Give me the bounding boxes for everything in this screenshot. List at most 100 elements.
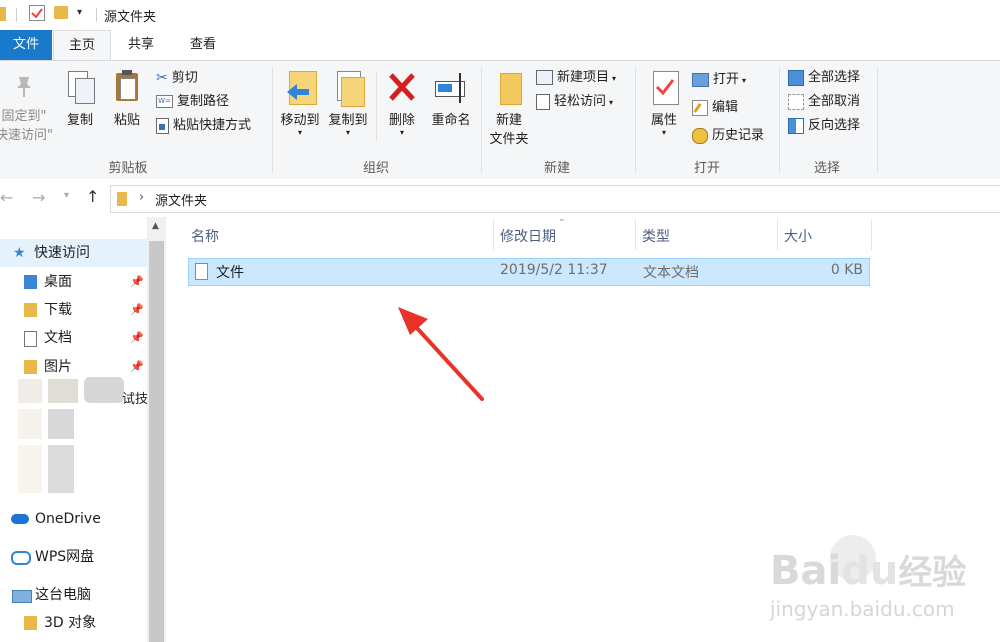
file-name: 文件 bbox=[216, 265, 244, 281]
nav-partial-label: 试技 bbox=[122, 392, 149, 407]
dropdown-arrow-icon: ▾ bbox=[609, 98, 614, 107]
copy-to-icon bbox=[331, 69, 365, 107]
pin-icon: 📌 bbox=[130, 275, 144, 288]
new-item-button[interactable]: 新建项目 ▾ bbox=[536, 67, 616, 89]
copy-to-button[interactable]: 复制到 ▾ bbox=[325, 69, 371, 137]
watermark-du: du bbox=[841, 548, 899, 594]
forward-arrow-icon[interactable]: → bbox=[32, 188, 45, 207]
ribbon: 固定到" 快速访问" 复制 粘贴 ✂ 剪切 W= 复制路径 粘贴快捷方式 剪贴板 移… bbox=[0, 60, 1000, 180]
select-none-button[interactable]: 全部取消 bbox=[788, 91, 860, 113]
text-document-icon bbox=[195, 263, 208, 280]
file-type: 文本文档 bbox=[643, 265, 699, 281]
pin-label-1: 固定到" bbox=[1, 109, 47, 124]
paste-label: 粘贴 bbox=[113, 113, 140, 128]
delete-label: 删除 bbox=[388, 113, 415, 128]
scroll-thumb[interactable] bbox=[149, 241, 164, 642]
new-folder-label-2: 文件夹 bbox=[489, 132, 529, 147]
properties-button[interactable]: 属性 ▾ bbox=[642, 69, 686, 137]
nav-this-pc[interactable]: 这台电脑 bbox=[0, 581, 147, 609]
sort-indicator-icon: ⌄ bbox=[558, 214, 566, 224]
nav-3d-objects[interactable]: 3D 对象 bbox=[0, 609, 147, 637]
column-divider[interactable] bbox=[871, 219, 872, 250]
nav-item-downloads[interactable]: 下载 📌 bbox=[0, 296, 147, 324]
nav-onedrive[interactable]: OneDrive bbox=[0, 505, 147, 533]
new-folder-icon bbox=[494, 69, 524, 107]
rename-button[interactable]: 重命名 bbox=[426, 69, 476, 128]
file-row[interactable]: 文件 2019/5/2 11:37 文本文档 0 KB bbox=[188, 258, 870, 286]
open-button[interactable]: 打开 ▾ bbox=[692, 69, 746, 91]
history-icon bbox=[692, 127, 708, 144]
group-label-new: 新建 bbox=[543, 161, 570, 176]
new-folder-label-1: 新建 bbox=[495, 113, 522, 128]
pin-icon: 📌 bbox=[130, 331, 144, 344]
tab-home[interactable]: 主页 bbox=[53, 30, 111, 61]
customize-toolbar-icon[interactable]: ▾ bbox=[77, 7, 82, 18]
pin-quick-access-button[interactable]: 固定到" 快速访问" bbox=[0, 71, 54, 143]
folder-icon bbox=[0, 7, 6, 21]
folder-icon bbox=[117, 192, 127, 206]
back-arrow-icon[interactable]: ← bbox=[0, 188, 13, 207]
group-label-clipboard: 剪贴板 bbox=[108, 161, 148, 176]
select-all-button[interactable]: 全部选择 bbox=[788, 67, 860, 89]
file-modified: 2019/5/2 11:37 bbox=[500, 262, 608, 278]
select-all-icon bbox=[788, 69, 804, 86]
new-item-icon bbox=[536, 70, 553, 85]
copy-path-button[interactable]: W= 复制路径 bbox=[156, 91, 229, 113]
new-folder-quick-icon[interactable] bbox=[54, 6, 68, 19]
new-folder-button[interactable]: 新建 文件夹 bbox=[484, 69, 534, 147]
dropdown-arrow-icon: ▾ bbox=[661, 128, 666, 137]
paste-shortcut-button[interactable]: 粘贴快捷方式 bbox=[156, 115, 251, 137]
open-icon bbox=[692, 72, 709, 87]
address-row: ← → ▾ ↑ › 源文件夹 bbox=[0, 179, 1000, 217]
column-divider[interactable] bbox=[777, 219, 778, 250]
group-label-select: 选择 bbox=[813, 161, 840, 176]
column-header-name[interactable]: 名称 bbox=[191, 226, 219, 246]
easy-access-icon bbox=[536, 93, 550, 110]
tab-file[interactable]: 文件 bbox=[0, 30, 52, 60]
wps-cloud-icon bbox=[11, 551, 31, 565]
paste-button[interactable]: 粘贴 bbox=[106, 69, 148, 128]
breadcrumb-chevron-icon[interactable]: › bbox=[139, 190, 144, 205]
address-bar[interactable]: › 源文件夹 bbox=[110, 185, 1000, 213]
properties-quick-icon[interactable] bbox=[29, 5, 45, 21]
move-to-label: 移动到 bbox=[280, 113, 320, 128]
3d-objects-icon bbox=[24, 616, 37, 630]
scroll-up-icon[interactable]: ▲ bbox=[152, 221, 159, 231]
move-to-button[interactable]: 移动到 ▾ bbox=[277, 69, 323, 137]
title-bar: ▾ 源文件夹 bbox=[0, 0, 1000, 30]
edit-button[interactable]: 编辑 bbox=[692, 97, 738, 119]
column-divider[interactable] bbox=[635, 219, 636, 250]
column-divider[interactable] bbox=[493, 219, 494, 250]
column-header-type[interactable]: 类型 bbox=[642, 226, 670, 246]
group-divider bbox=[635, 67, 636, 173]
nav-quick-access[interactable]: ★ 快速访问 bbox=[0, 239, 147, 267]
edit-pencil-icon bbox=[692, 99, 708, 116]
group-divider bbox=[272, 67, 273, 173]
invert-selection-icon bbox=[788, 117, 804, 134]
invert-selection-button[interactable]: 反向选择 bbox=[788, 115, 860, 137]
watermark-cn: 经验 bbox=[898, 553, 967, 593]
easy-access-button[interactable]: 轻松访问 ▾ bbox=[536, 91, 613, 113]
watermark-url: jingyan.baidu.com bbox=[770, 597, 955, 621]
desktop-folder-icon bbox=[24, 275, 37, 289]
cut-button[interactable]: ✂ 剪切 bbox=[156, 67, 198, 89]
column-header-modified[interactable]: 修改日期 bbox=[500, 226, 556, 246]
tab-view[interactable]: 查看 bbox=[175, 30, 231, 60]
delete-button[interactable]: 删除 ▾ bbox=[380, 69, 424, 137]
rename-icon bbox=[433, 69, 469, 107]
recent-locations-icon[interactable]: ▾ bbox=[64, 190, 69, 201]
up-arrow-icon[interactable]: ↑ bbox=[86, 187, 99, 206]
nav-wps[interactable]: WPS网盘 bbox=[0, 543, 147, 571]
group-label-open: 打开 bbox=[693, 161, 720, 176]
rename-label: 重命名 bbox=[431, 113, 471, 128]
breadcrumb-current[interactable]: 源文件夹 bbox=[155, 190, 207, 209]
tab-share[interactable]: 共享 bbox=[113, 30, 169, 60]
nav-scrollbar[interactable]: ▲ bbox=[147, 217, 166, 642]
history-button[interactable]: 历史记录 bbox=[692, 125, 764, 147]
column-header-size[interactable]: 大小 bbox=[784, 226, 812, 246]
dropdown-arrow-icon: ▾ bbox=[399, 128, 404, 137]
nav-item-documents[interactable]: 文档 📌 bbox=[0, 324, 147, 352]
copy-button[interactable]: 复制 bbox=[60, 69, 100, 128]
nav-item-desktop[interactable]: 桌面 📌 bbox=[0, 268, 147, 296]
navigation-pane: ★ 快速访问 桌面 📌 下载 📌 文档 📌 图片 📌 试技 OneDrive W… bbox=[0, 217, 166, 642]
